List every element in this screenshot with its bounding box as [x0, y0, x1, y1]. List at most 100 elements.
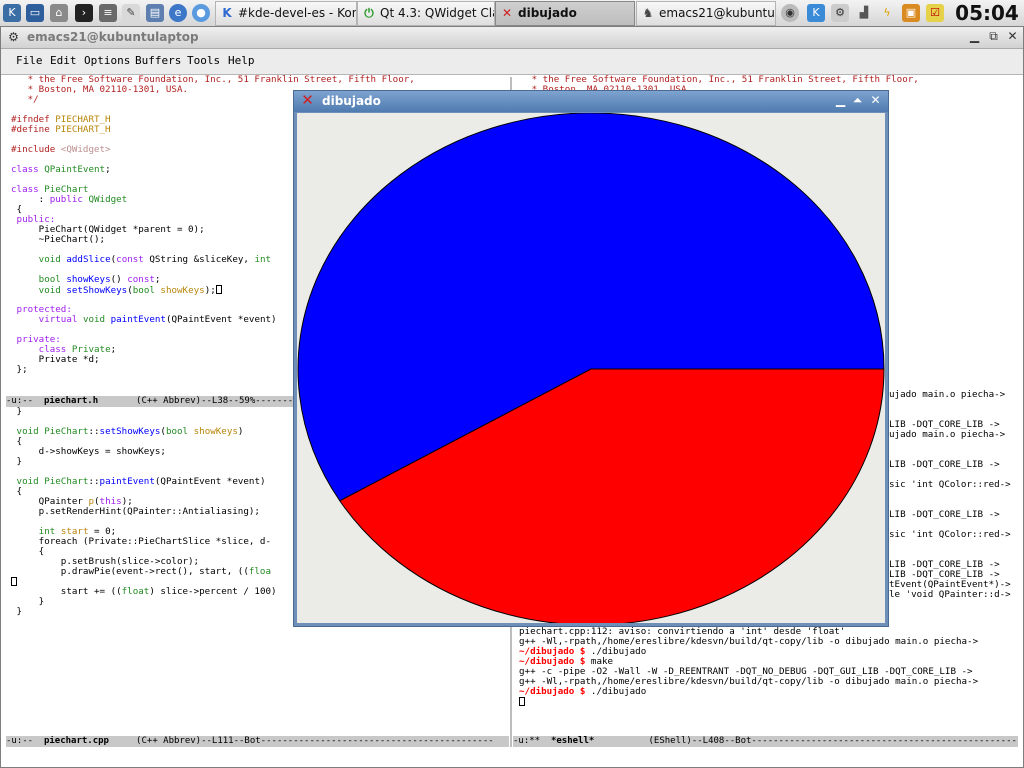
printer-icon[interactable]: ▤	[146, 4, 164, 22]
code-token: #define	[11, 124, 56, 135]
code-token: ;	[154, 274, 161, 285]
code-token: setShowKeys	[99, 426, 161, 437]
home-icon[interactable]: ⌂	[50, 4, 68, 22]
code-token: ::	[88, 476, 100, 487]
terminal-icon[interactable]: ›	[75, 4, 93, 22]
text-editor-icon[interactable]: ✎	[122, 4, 140, 22]
close-icon[interactable]: ✕	[868, 93, 883, 108]
code-token: ()	[110, 274, 128, 285]
code-token: ;	[110, 344, 117, 355]
menu-buffers[interactable]: Buffers	[135, 54, 181, 67]
kdevelop-icon[interactable]: ●	[192, 4, 210, 22]
eshell-line: ujado main.o piecha->	[889, 429, 1006, 440]
task-qt-assistant[interactable]: ⏻ Qt 4.3: QWidget Cla	[357, 1, 495, 26]
maximize-icon[interactable]: ⧉	[986, 29, 1001, 44]
kde-menu-icon[interactable]: K	[3, 4, 21, 22]
code-token: bool	[132, 285, 161, 296]
emacs-icon: ♞	[642, 6, 654, 20]
code-token: bool	[38, 274, 67, 285]
modeline-buffer-name: piechart.cpp	[43, 736, 109, 746]
code-token: showKeys	[193, 426, 238, 437]
code-token: ~/dibujado $	[519, 686, 591, 697]
modeline-status: -u:**	[513, 736, 551, 746]
signal-icon[interactable]: ▟	[855, 4, 873, 22]
eshell-line: le 'void QPainter::d->	[889, 589, 1011, 600]
code-token: (QPaintEvent *event)	[165, 314, 277, 325]
pie-chart-canvas[interactable]	[297, 113, 885, 623]
x-app-icon: ✕	[501, 6, 513, 20]
code-token: PieChart	[44, 426, 89, 437]
code-token: paintEvent	[99, 476, 155, 487]
code-token: <QWidget>	[60, 144, 111, 155]
menu-bar: File Edit Options Buffers Tools Help	[1, 49, 1023, 75]
minimize-icon[interactable]: ▁	[967, 29, 982, 44]
code-token: )	[237, 426, 244, 437]
code-token: #include	[11, 144, 61, 155]
pie-chart	[297, 113, 885, 623]
eshell-line: ujado main.o piecha->	[889, 389, 1006, 400]
code-token: void	[38, 285, 67, 296]
kde-wallet-icon[interactable]: K	[807, 4, 825, 22]
code-token: virtual	[38, 314, 83, 325]
minimize-icon[interactable]: ▁	[833, 93, 848, 108]
power-icon[interactable]: ϟ	[878, 4, 896, 22]
modeline-buffer-name: piechart.h	[43, 396, 99, 406]
x-app-icon[interactable]: ✕	[300, 93, 315, 108]
text-cursor	[519, 697, 525, 706]
code-token: PIECHART_H	[55, 124, 111, 135]
code-token: PieChart	[44, 476, 89, 487]
text-cursor	[11, 577, 17, 586]
qt-assistant-icon: ⏻	[364, 6, 374, 20]
code-token: int	[254, 254, 272, 265]
menu-options[interactable]: Options	[84, 54, 130, 67]
code-token: const	[127, 274, 155, 285]
task-title: Qt 4.3: QWidget Cla	[380, 6, 495, 20]
konqueror-icon[interactable]: e	[169, 4, 187, 22]
code-token: (QPaintEvent *event)	[154, 476, 266, 487]
code-token: float	[121, 586, 150, 597]
modeline-eshell: -u:** *eshell* (EShell)--L408--Bot------…	[513, 736, 1018, 747]
code-token: };	[11, 364, 28, 375]
editor-icon[interactable]: ≡	[99, 4, 117, 22]
eye-icon[interactable]: ◉	[781, 4, 799, 22]
network-icon[interactable]: ⚙	[831, 4, 849, 22]
code-token: class	[11, 164, 45, 175]
modeline-info: (EShell)--L408--Bot---------------------…	[594, 736, 1018, 746]
modeline-status: -u:--	[6, 396, 44, 406]
window-menu-icon[interactable]: ⚙	[6, 30, 21, 45]
task-dibujado[interactable]: ✕ dibujado	[495, 1, 635, 26]
code-token: ~PieChart();	[11, 234, 106, 245]
code-token: ::	[88, 426, 100, 437]
eshell-buffer[interactable]: piechart.cpp:112: aviso: convirtiendo a …	[519, 627, 1019, 715]
desktop-icon[interactable]: ▭	[26, 4, 44, 22]
code-token: ;	[105, 164, 111, 175]
code-token: ./dibujado	[590, 686, 647, 697]
package-icon[interactable]: ▣	[902, 4, 920, 22]
code-token: ) slice->percent / 100)	[149, 586, 277, 597]
menu-edit[interactable]: Edit	[50, 54, 77, 67]
modeline-buffer-name: *eshell*	[550, 736, 595, 746]
code-line	[519, 697, 1019, 707]
menu-tools[interactable]: Tools	[187, 54, 220, 67]
kopete-icon: K	[222, 6, 232, 20]
emacs-titlebar[interactable]: ⚙ emacs21@kubuntulaptop ▁ ⧉ ✕	[1, 27, 1023, 49]
updates-icon[interactable]: ☑	[926, 4, 944, 22]
code-token: QPaintEvent	[44, 164, 106, 175]
clock[interactable]: 05:04	[954, 1, 1020, 25]
task-kopete[interactable]: K #kde-devel-es - Kon	[215, 1, 357, 26]
code-area: piechart.cpp:112: aviso: convirtiendo a …	[519, 627, 1019, 707]
window-title: dibujado	[322, 94, 381, 108]
eshell-line: LIB -DQT_CORE_LIB ->	[889, 459, 1000, 470]
dibujado-titlebar[interactable]: ✕ dibujado ▁ ⏶ ✕	[294, 91, 888, 112]
close-icon[interactable]: ✕	[1005, 29, 1020, 44]
task-emacs[interactable]: ♞ emacs21@kubuntul	[636, 1, 776, 26]
code-line: ~/dibujado $ ./dibujado	[519, 687, 1019, 697]
code-token: foreach (Private::PieChartSlice *slice, …	[11, 536, 271, 547]
menu-file[interactable]: File	[16, 54, 43, 67]
maximize-icon[interactable]: ⏶	[850, 93, 865, 108]
menu-help[interactable]: Help	[228, 54, 255, 67]
